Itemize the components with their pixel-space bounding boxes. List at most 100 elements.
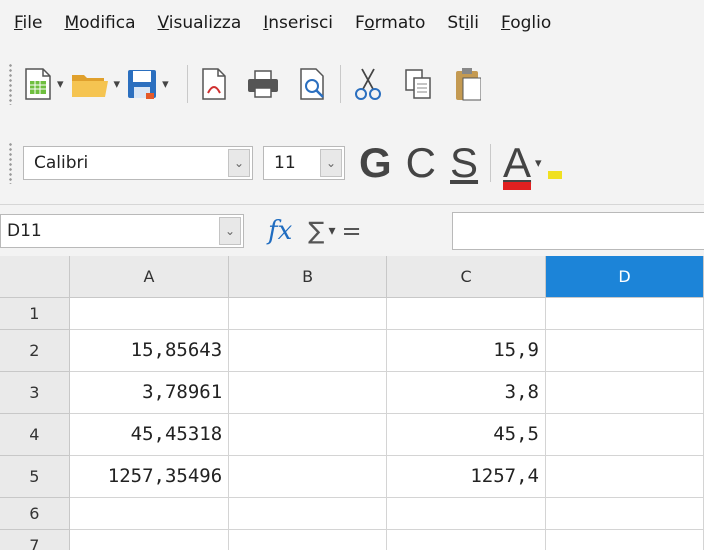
formula-bar: D11 ⌄ fx ∑ ▾ = xyxy=(0,204,704,257)
export-pdf-button[interactable] xyxy=(200,61,228,107)
row-header[interactable]: 3 xyxy=(0,371,70,414)
sum-dropdown-arrow[interactable]: ▾ xyxy=(328,223,335,239)
menu-formato-pre: F xyxy=(355,13,365,33)
menu-formato[interactable]: Formato xyxy=(344,13,436,33)
cell-a3[interactable]: 3,78961 xyxy=(69,371,230,414)
cell-b2[interactable] xyxy=(228,329,388,372)
paste-button[interactable] xyxy=(453,61,481,107)
cut-button[interactable] xyxy=(353,61,383,107)
standard-toolbar: ▾ ▾ ▾ xyxy=(0,46,704,122)
column-header-c[interactable]: C xyxy=(386,256,546,298)
open-dropdown-arrow[interactable]: ▾ xyxy=(114,77,121,92)
column-header-b[interactable]: B xyxy=(228,256,388,298)
name-box[interactable]: D11 ⌄ xyxy=(0,214,244,248)
cell-d3[interactable] xyxy=(545,371,704,414)
cell-a1[interactable] xyxy=(69,297,230,330)
name-box-dropdown-button[interactable]: ⌄ xyxy=(219,217,241,245)
cell-b5[interactable] xyxy=(228,455,388,498)
font-size-dropdown-button[interactable]: ⌄ xyxy=(320,149,342,177)
menu-foglio[interactable]: Foglio xyxy=(490,13,562,33)
cell-a5[interactable]: 1257,35496 xyxy=(69,455,230,498)
row-header[interactable]: 2 xyxy=(0,329,70,372)
font-color-dropdown-arrow[interactable]: ▾ xyxy=(535,156,542,171)
new-dropdown-arrow[interactable]: ▾ xyxy=(57,77,64,92)
formula-input[interactable] xyxy=(452,212,704,250)
new-spreadsheet-icon xyxy=(25,68,51,100)
cell-d5[interactable] xyxy=(545,455,704,498)
menu-file[interactable]: File xyxy=(0,13,53,33)
folder-icon xyxy=(71,75,108,97)
open-button[interactable] xyxy=(70,61,110,107)
function-wizard-button[interactable]: fx xyxy=(268,216,292,246)
menu-stili[interactable]: Stili xyxy=(436,13,490,33)
cell-c6[interactable] xyxy=(386,497,546,530)
toolbar-grip[interactable] xyxy=(8,63,13,105)
column-header-a[interactable]: A xyxy=(69,256,230,298)
export-pdf-icon xyxy=(201,68,226,100)
row-header[interactable]: 4 xyxy=(0,413,70,456)
menu-stili-pre: St xyxy=(447,13,465,33)
cell-c5[interactable]: 1257,4 xyxy=(386,455,546,498)
cell-c4[interactable]: 45,5 xyxy=(386,413,546,456)
cell-b3[interactable] xyxy=(228,371,388,414)
chevron-down-icon: ⌄ xyxy=(224,224,236,238)
cell-d4[interactable] xyxy=(545,413,704,456)
underline-button[interactable]: S xyxy=(450,142,478,184)
font-name-value: Calibri xyxy=(34,153,89,173)
row-header[interactable]: 7 xyxy=(0,529,70,550)
select-all-corner[interactable] xyxy=(0,256,70,298)
cell-c3[interactable]: 3,8 xyxy=(386,371,546,414)
copy-icon xyxy=(404,69,431,99)
column-header-d[interactable]: D xyxy=(545,256,704,298)
font-name-dropdown-button[interactable]: ⌄ xyxy=(228,149,250,177)
cell-d7[interactable] xyxy=(545,529,704,550)
cell-a2[interactable]: 15,85643 xyxy=(69,329,230,372)
save-button[interactable] xyxy=(126,61,158,107)
sum-button[interactable]: ∑ xyxy=(308,217,324,245)
menu-visualizza-accel: V xyxy=(157,13,169,33)
cell-a4[interactable]: 45,45318 xyxy=(69,413,230,456)
font-color-button[interactable]: A xyxy=(503,142,532,190)
font-name-combo[interactable]: Calibri ⌄ xyxy=(23,146,253,180)
toolbar-grip[interactable] xyxy=(8,142,13,184)
formula-button[interactable]: = xyxy=(342,217,362,245)
clipboard-icon xyxy=(455,68,481,101)
cell-c2[interactable]: 15,9 xyxy=(386,329,546,372)
cell-a7[interactable] xyxy=(69,529,230,550)
cell-c7[interactable] xyxy=(386,529,546,550)
new-spreadsheet-button[interactable] xyxy=(23,61,53,107)
table-row: 7 xyxy=(0,529,704,550)
menu-modifica[interactable]: Modifica xyxy=(53,13,146,33)
print-preview-icon xyxy=(299,68,324,100)
cell-b7[interactable] xyxy=(228,529,388,550)
cell-a6[interactable] xyxy=(69,497,230,530)
row-header[interactable]: 6 xyxy=(0,497,70,530)
menu-inserisci-rest: nserisci xyxy=(268,13,334,33)
print-preview-button[interactable] xyxy=(298,61,328,107)
spreadsheet-grid: A B C D 1 2 15,85643 15,9 3 3,78961 3,8 xyxy=(0,256,704,550)
cell-b1[interactable] xyxy=(228,297,388,330)
cell-d6[interactable] xyxy=(545,497,704,530)
row-header[interactable]: 5 xyxy=(0,455,70,498)
save-dropdown-arrow[interactable]: ▾ xyxy=(162,77,169,92)
cell-d2[interactable] xyxy=(545,329,704,372)
chevron-down-icon: ⌄ xyxy=(233,156,245,170)
save-icon xyxy=(128,70,157,99)
italic-button[interactable]: C xyxy=(406,142,436,184)
cell-b4[interactable] xyxy=(228,413,388,456)
copy-button[interactable] xyxy=(403,61,433,107)
menu-stili-rest: li xyxy=(469,13,479,33)
cell-table: A B C D 1 2 15,85643 15,9 3 3,78961 3,8 xyxy=(0,256,704,550)
cell-d1[interactable] xyxy=(545,297,704,330)
cell-c1[interactable] xyxy=(386,297,546,330)
font-size-combo[interactable]: 11 ⌄ xyxy=(263,146,345,180)
bold-button[interactable]: G xyxy=(359,142,392,184)
print-button[interactable] xyxy=(246,61,280,107)
row-header[interactable]: 1 xyxy=(0,297,70,330)
menu-inserisci[interactable]: Inserisci xyxy=(252,13,344,33)
menu-formato-accel: o xyxy=(364,13,375,33)
highlight-icon[interactable] xyxy=(547,145,562,181)
cell-b6[interactable] xyxy=(228,497,388,530)
menu-visualizza[interactable]: Visualizza xyxy=(147,13,253,33)
menu-file-accel: F xyxy=(14,13,23,33)
